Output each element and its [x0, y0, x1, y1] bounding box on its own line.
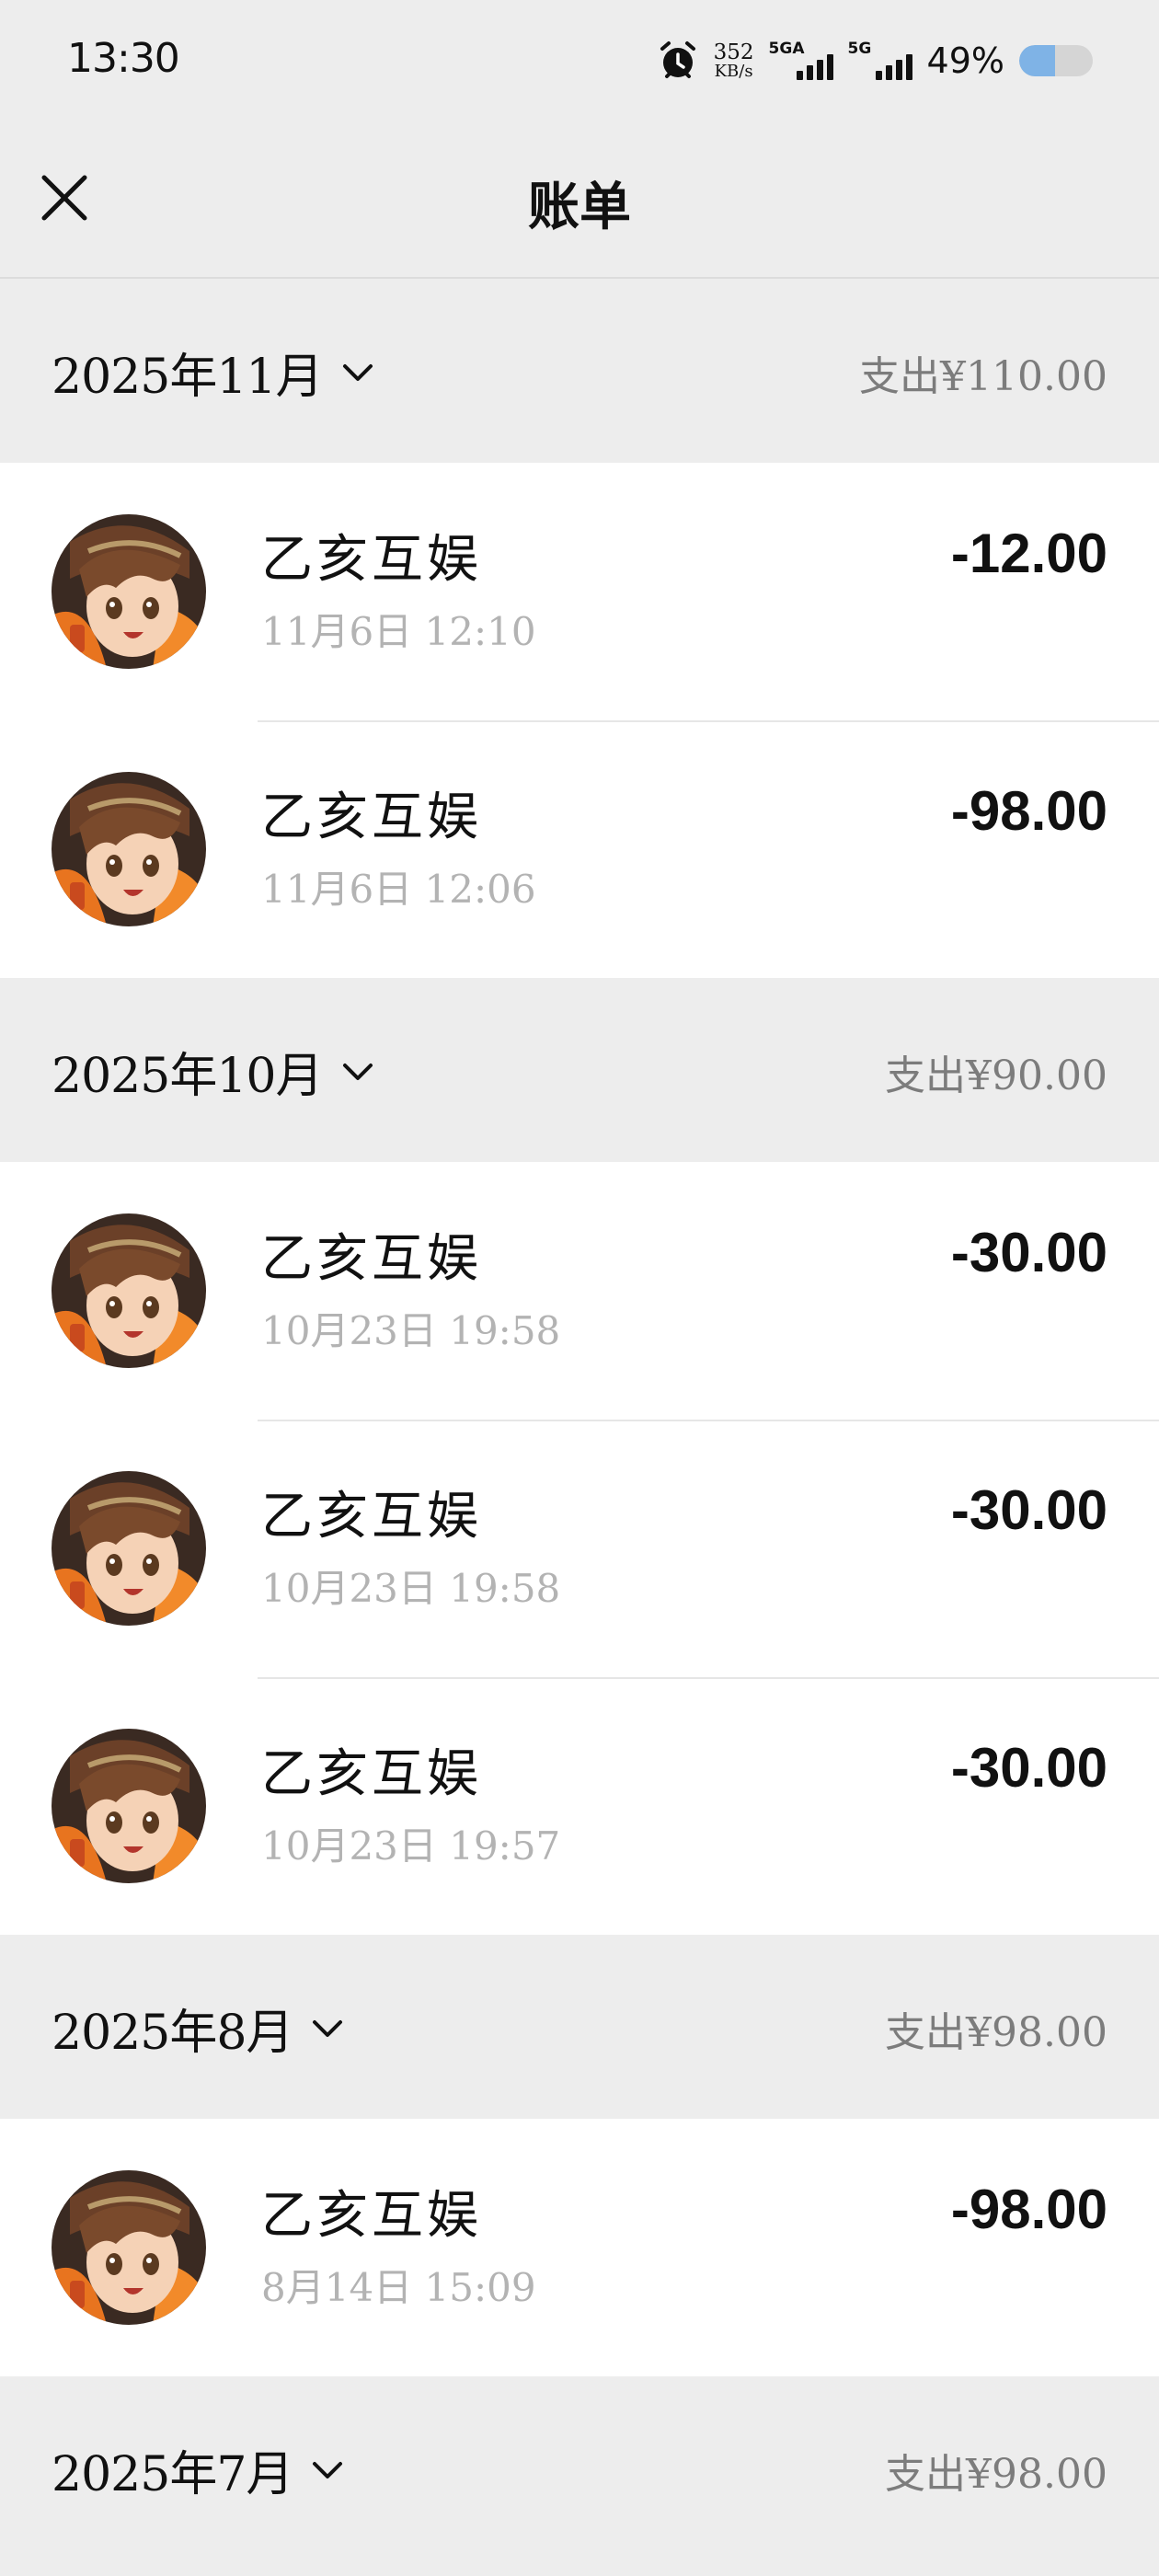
app-header: 账单 — [0, 124, 1159, 279]
network-speed-unit: KB/s — [714, 61, 753, 81]
month-label: 2025年11月 — [52, 350, 324, 405]
month-header: 2025年10月 支出¥90.00 — [0, 978, 1159, 1162]
month-expense-total: 支出¥98.00 — [885, 2009, 1107, 2056]
bill-list[interactable]: 2025年11月 支出¥110.00 乙亥互娱 11月6日 12:10 -12.… — [0, 279, 1159, 2560]
merchant-name: 乙亥互娱 — [261, 1487, 482, 1547]
transaction-amount: -30.00 — [950, 1222, 1107, 1283]
merchant-avatar — [52, 772, 206, 926]
bill-page: 13:30 352 KB/s 5GA 5G 49% 账单 2025年11月 支出… — [0, 0, 1159, 2576]
transaction-amount: -98.00 — [950, 2179, 1107, 2240]
month-header: 2025年8月 支出¥98.00 — [0, 1935, 1159, 2119]
month-picker[interactable]: 2025年8月 — [52, 1994, 346, 2063]
chevron-down-icon — [313, 2019, 343, 2037]
transaction-time: 10月23日 19:58 — [261, 1566, 561, 1611]
month-label: 2025年7月 — [52, 2447, 293, 2502]
month-picker[interactable]: 2025年7月 — [52, 2435, 346, 2504]
merchant-avatar — [52, 2170, 206, 2325]
signal-5g-icon: 5G — [848, 40, 912, 82]
merchant-name: 乙亥互娱 — [261, 1744, 482, 1804]
transaction-row[interactable]: 乙亥互娱 11月6日 12:10 -12.00 — [0, 463, 1159, 720]
merchant-avatar — [52, 1471, 206, 1626]
transaction-row[interactable]: 乙亥互娱 8月14日 15:09 -98.00 — [0, 2119, 1159, 2376]
transaction-time: 8月14日 15:09 — [261, 2265, 536, 2310]
month-expense-total: 支出¥90.00 — [885, 1052, 1107, 1099]
month-expense-total: 支出¥98.00 — [885, 2451, 1107, 2498]
transaction-time: 10月23日 19:57 — [261, 1823, 561, 1869]
month-header: 2025年7月 支出¥98.00 — [0, 2376, 1159, 2560]
chevron-down-icon — [313, 2461, 343, 2478]
battery-icon — [1019, 45, 1093, 76]
merchant-avatar — [52, 1729, 206, 1883]
chevron-down-icon — [342, 363, 373, 381]
month-picker[interactable]: 2025年11月 — [52, 338, 376, 407]
transaction-amount: -12.00 — [950, 523, 1107, 584]
month-picker[interactable]: 2025年10月 — [52, 1037, 376, 1106]
transaction-time: 10月23日 19:58 — [261, 1308, 561, 1353]
chevron-down-icon — [342, 1063, 373, 1080]
transaction-row[interactable]: 乙亥互娱 10月23日 19:58 -30.00 — [0, 1420, 1159, 1677]
transaction-row[interactable]: 乙亥互娱 10月23日 19:57 -30.00 — [0, 1677, 1159, 1935]
page-title: 账单 — [528, 178, 631, 237]
merchant-name: 乙亥互娱 — [261, 1229, 482, 1289]
signal-5ga-icon: 5GA — [769, 40, 833, 82]
merchant-avatar — [52, 514, 206, 669]
transaction-time: 11月6日 12:10 — [261, 609, 536, 654]
merchant-avatar — [52, 1213, 206, 1368]
transaction-row[interactable]: 乙亥互娱 11月6日 12:06 -98.00 — [0, 720, 1159, 978]
transaction-amount: -30.00 — [950, 1479, 1107, 1541]
signal-5g-label: 5G — [847, 40, 872, 58]
month-label: 2025年8月 — [52, 2006, 293, 2061]
month-label: 2025年10月 — [52, 1049, 324, 1104]
transaction-group: 乙亥互娱 10月23日 19:58 -30.00 乙亥互娱 10月23日 19:… — [0, 1162, 1159, 1935]
month-expense-total: 支出¥110.00 — [859, 353, 1107, 400]
status-bar: 13:30 352 KB/s 5GA 5G 49% — [0, 0, 1159, 124]
alarm-icon — [657, 40, 699, 82]
transaction-amount: -98.00 — [950, 780, 1107, 842]
merchant-name: 乙亥互娱 — [261, 2186, 482, 2246]
month-header: 2025年11月 支出¥110.00 — [0, 279, 1159, 463]
transaction-amount: -30.00 — [950, 1737, 1107, 1799]
transaction-group: 乙亥互娱 11月6日 12:10 -12.00 乙亥互娱 11月6日 12:06… — [0, 463, 1159, 978]
status-time: 13:30 — [67, 35, 180, 82]
transaction-row[interactable]: 乙亥互娱 10月23日 19:58 -30.00 — [0, 1162, 1159, 1420]
transaction-group: 乙亥互娱 8月14日 15:09 -98.00 — [0, 2119, 1159, 2376]
battery-percent: 49% — [926, 40, 1004, 81]
transaction-time: 11月6日 12:06 — [261, 867, 536, 912]
merchant-name: 乙亥互娱 — [261, 530, 482, 590]
status-icons: 352 KB/s 5GA 5G 49% — [657, 35, 1093, 86]
network-speed: 352 KB/s — [713, 40, 754, 81]
merchant-name: 乙亥互娱 — [261, 788, 482, 847]
network-speed-value: 352 — [713, 40, 754, 64]
